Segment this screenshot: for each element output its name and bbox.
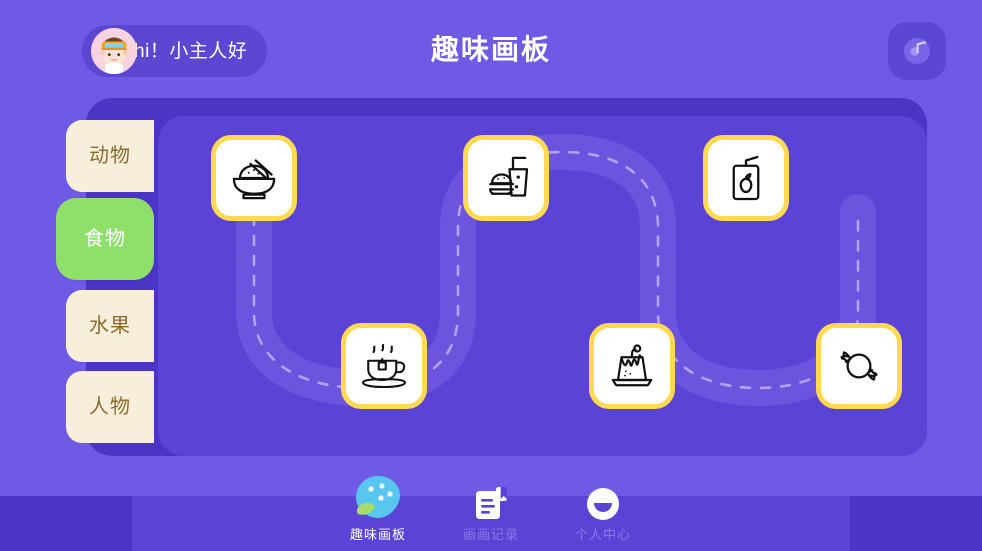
- candy-icon: [840, 351, 878, 381]
- music-note-icon: [904, 38, 930, 64]
- nav-icon-wrapper: [431, 477, 551, 523]
- sidebar-item-people[interactable]: 人物: [66, 371, 154, 443]
- sidebar-item-label: 食物: [84, 228, 126, 250]
- drawing-card-juice-box[interactable]: [703, 135, 789, 221]
- sidebar-item-label: 人物: [89, 396, 131, 418]
- header: hi！小主人好 趣味画板: [0, 0, 982, 100]
- drawing-card-teacup[interactable]: [341, 323, 427, 409]
- pudding-icon: [611, 344, 653, 387]
- sidebar-item-label: 动物: [89, 145, 131, 167]
- drawing-card-burger-drink[interactable]: [463, 135, 549, 221]
- nav-icon-wrapper: [318, 476, 438, 523]
- sidebar-item-label: 水果: [89, 315, 131, 337]
- nav-label: 趣味画板: [349, 527, 406, 542]
- document-icon: [476, 487, 507, 519]
- sidebar-item-food[interactable]: 食物: [56, 198, 154, 280]
- nav-label: 个人中心: [574, 527, 631, 542]
- sidebar-item-animals[interactable]: 动物: [66, 120, 154, 192]
- palette-icon: [356, 476, 400, 518]
- nav-label: 画画记录: [462, 527, 519, 542]
- page-title: 趣味画板: [430, 34, 551, 65]
- nav-icon-wrapper: [543, 477, 663, 523]
- music-button[interactable]: [888, 22, 946, 80]
- drawing-card-rice-bowl[interactable]: [211, 135, 297, 221]
- nav-item-fun-board[interactable]: 趣味画板: [318, 476, 438, 542]
- teacup-icon: [361, 343, 407, 389]
- bottom-nav-items: 趣味画板 画画记录 个人中心: [0, 460, 982, 551]
- drawing-card-pudding[interactable]: [589, 323, 675, 409]
- profile-smiley-icon: [587, 488, 619, 520]
- nav-item-profile[interactable]: 个人中心: [543, 477, 663, 541]
- bottom-navigation-bar: 趣味画板 画画记录 个人中心: [0, 460, 982, 551]
- app-stage: hi！小主人好 趣味画板 动物 食物 水果 人物 趣味画板 画画记录 个人中心: [0, 0, 982, 551]
- rice-bowl-icon: [232, 159, 276, 200]
- nav-item-drawing-records[interactable]: 画画记录: [431, 477, 551, 541]
- burger-drink-icon: [489, 156, 529, 197]
- juice-box-icon: [732, 155, 760, 201]
- sidebar-item-fruit[interactable]: 水果: [66, 290, 154, 362]
- drawing-card-candy[interactable]: [816, 323, 902, 409]
